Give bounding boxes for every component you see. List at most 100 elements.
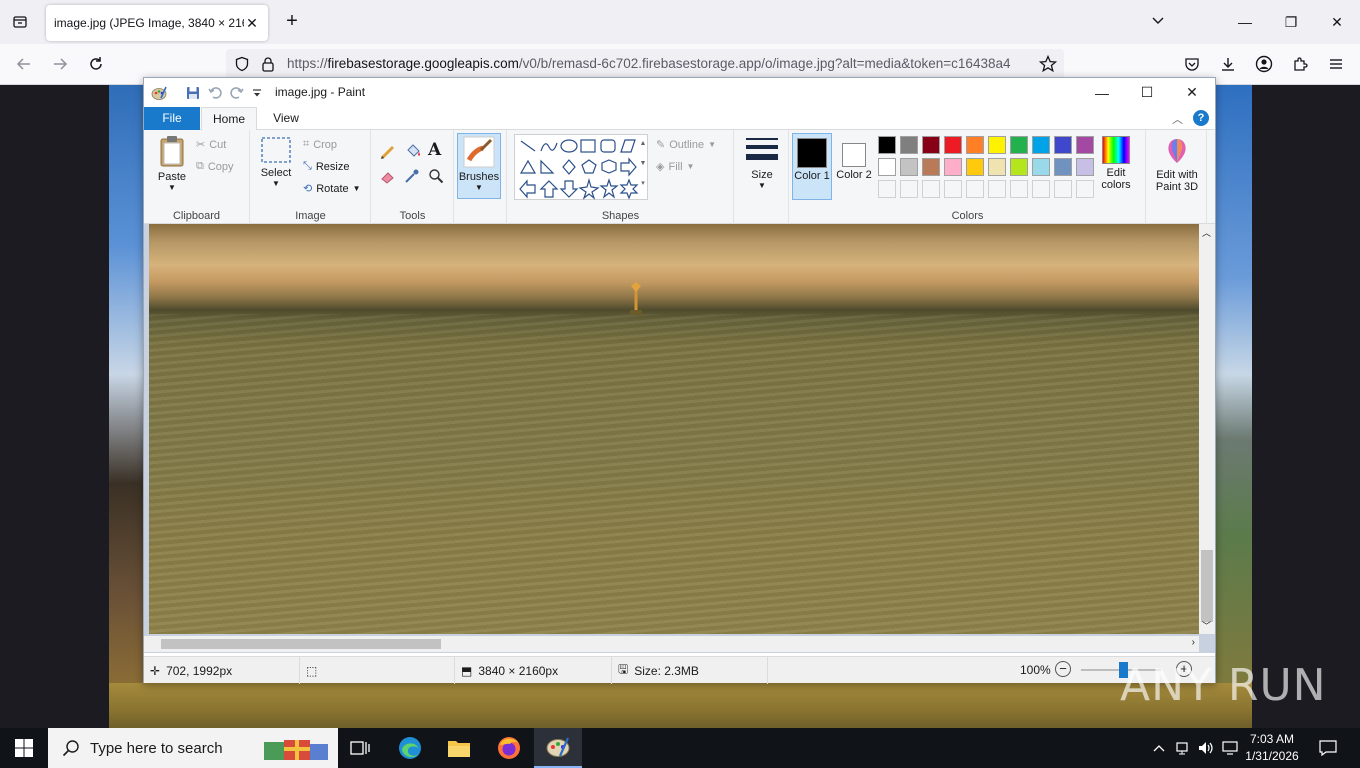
extensions-icon[interactable] <box>1288 52 1312 76</box>
palette-swatch-custom[interactable] <box>1076 180 1094 198</box>
restore-icon[interactable]: ❐ <box>1268 0 1314 44</box>
palette-swatch[interactable] <box>1054 136 1072 154</box>
palette-swatch-custom[interactable] <box>878 180 896 198</box>
system-clock[interactable]: 7:03 AM 1/31/2026 <box>1242 731 1302 765</box>
palette-swatch-custom[interactable] <box>966 180 984 198</box>
horizontal-scroll-thumb[interactable] <box>161 639 441 649</box>
palette-swatch[interactable] <box>1076 136 1094 154</box>
display-icon[interactable] <box>1220 728 1240 768</box>
palette-swatch[interactable] <box>1010 136 1028 154</box>
palette-swatch[interactable] <box>944 158 962 176</box>
palette-swatch[interactable] <box>1010 158 1028 176</box>
shapes-scroll[interactable]: ▲ ▼ ▾ <box>638 134 648 200</box>
menu-icon[interactable] <box>1324 52 1348 76</box>
network-icon[interactable] <box>1172 728 1192 768</box>
palette-swatch[interactable] <box>944 136 962 154</box>
show-hidden-icons[interactable] <box>1150 728 1168 768</box>
save-icon[interactable] <box>184 84 202 102</box>
palette-swatch[interactable] <box>966 136 984 154</box>
tab-home[interactable]: Home <box>201 107 257 131</box>
scroll-right-icon[interactable]: › <box>1192 637 1195 648</box>
paint-minimize-icon[interactable]: — <box>1079 78 1125 107</box>
collapse-ribbon-icon[interactable]: ︿ <box>1172 111 1183 127</box>
scroll-down-icon[interactable]: ﹀ <box>1202 619 1211 632</box>
canvas-area[interactable]: ︿ ﹀ › <box>144 224 1215 653</box>
paste-button[interactable]: Paste ▼ <box>152 134 192 192</box>
shapes-gallery[interactable] <box>514 134 648 200</box>
taskbar-search[interactable]: Type here to search <box>48 728 338 768</box>
forward-icon[interactable] <box>48 52 72 76</box>
url-bar[interactable]: https://firebasestorage.googleapis.com/v… <box>226 49 1064 79</box>
rotate-button[interactable]: ⟲ Rotate ▼ <box>303 182 361 196</box>
palette-swatch-custom[interactable] <box>900 180 918 198</box>
reload-icon[interactable] <box>84 52 108 76</box>
palette-swatch[interactable] <box>966 158 984 176</box>
close-icon[interactable]: ✕ <box>1314 0 1360 44</box>
cut-button[interactable]: ✂ Cut <box>196 138 226 152</box>
palette-swatch[interactable] <box>922 158 940 176</box>
palette-swatch-custom[interactable] <box>1010 180 1028 198</box>
eraser-icon[interactable] <box>380 168 396 187</box>
edge-browser-icon[interactable] <box>386 728 434 768</box>
pencil-icon[interactable] <box>380 144 396 163</box>
palette-swatch[interactable] <box>1076 158 1094 176</box>
zoom-out-icon[interactable]: − <box>1055 661 1071 677</box>
minimize-icon[interactable]: — <box>1222 0 1268 44</box>
customize-qat-icon[interactable] <box>248 84 266 102</box>
text-tool-icon[interactable]: A <box>428 140 441 160</box>
size-button[interactable]: Size ▼ <box>741 136 783 190</box>
redo-icon[interactable] <box>228 84 246 102</box>
tracking-shield-icon[interactable] <box>234 56 250 75</box>
browser-tab[interactable]: image.jpg (JPEG Image, 3840 × 2160 pixel… <box>46 5 268 41</box>
palette-swatch-custom[interactable] <box>944 180 962 198</box>
tab-file[interactable]: File <box>144 107 200 130</box>
downloads-icon[interactable] <box>1216 52 1240 76</box>
new-tab-button[interactable]: + <box>280 10 304 34</box>
vertical-scroll-thumb[interactable] <box>1201 550 1213 622</box>
task-view-icon[interactable] <box>336 728 384 768</box>
palette-swatch-custom[interactable] <box>922 180 940 198</box>
account-icon[interactable] <box>1252 52 1276 76</box>
palette-swatch-custom[interactable] <box>1032 180 1050 198</box>
notifications-icon[interactable] <box>1312 728 1344 768</box>
firefox-view-icon[interactable] <box>8 10 32 34</box>
horizontal-scrollbar[interactable]: › <box>144 636 1199 652</box>
palette-swatch-custom[interactable] <box>988 180 1006 198</box>
back-icon[interactable] <box>12 52 36 76</box>
palette-swatch[interactable] <box>1054 158 1072 176</box>
url-text[interactable]: https://firebasestorage.googleapis.com/v… <box>287 56 1033 71</box>
palette-swatch[interactable] <box>878 136 896 154</box>
palette-swatch[interactable] <box>1032 136 1050 154</box>
list-all-tabs-icon[interactable] <box>1150 12 1174 32</box>
outline-button[interactable]: ✎ Outline ▼ <box>656 138 716 152</box>
edit-with-paint3d-button[interactable]: Edit with Paint 3D <box>1149 136 1205 193</box>
file-explorer-icon[interactable] <box>435 728 483 768</box>
start-button[interactable] <box>0 728 48 768</box>
tab-close-icon[interactable]: ✕ <box>244 15 260 31</box>
pocket-icon[interactable] <box>1180 52 1204 76</box>
color-picker-icon[interactable] <box>404 168 420 187</box>
scroll-up-icon[interactable]: ︿ <box>1202 226 1211 239</box>
select-button[interactable]: Select ▼ <box>257 136 295 188</box>
lock-icon[interactable] <box>261 56 275 75</box>
palette-swatch[interactable] <box>878 158 896 176</box>
palette-swatch[interactable] <box>900 158 918 176</box>
magnifier-icon[interactable] <box>428 168 444 187</box>
color1-button[interactable]: Color 1 <box>792 133 832 200</box>
vertical-scrollbar[interactable]: ︿ ﹀ <box>1199 224 1215 634</box>
palette-swatch[interactable] <box>988 136 1006 154</box>
undo-icon[interactable] <box>206 84 224 102</box>
paint-maximize-icon[interactable]: ☐ <box>1124 78 1170 107</box>
color2-button[interactable]: Color 2 <box>836 133 872 200</box>
tab-view[interactable]: View <box>260 107 312 130</box>
paint-close-icon[interactable]: ✕ <box>1169 78 1215 107</box>
volume-icon[interactable] <box>1196 728 1216 768</box>
brushes-button[interactable]: Brushes ▼ <box>457 133 501 199</box>
palette-swatch[interactable] <box>900 136 918 154</box>
palette-swatch[interactable] <box>1032 158 1050 176</box>
palette-swatch[interactable] <box>922 136 940 154</box>
edit-colors-button[interactable]: Edit colors <box>1096 136 1136 191</box>
copy-button[interactable]: ⧉ Copy <box>196 160 234 173</box>
bookmark-star-icon[interactable] <box>1038 54 1058 76</box>
fill-bucket-icon[interactable] <box>404 142 422 163</box>
